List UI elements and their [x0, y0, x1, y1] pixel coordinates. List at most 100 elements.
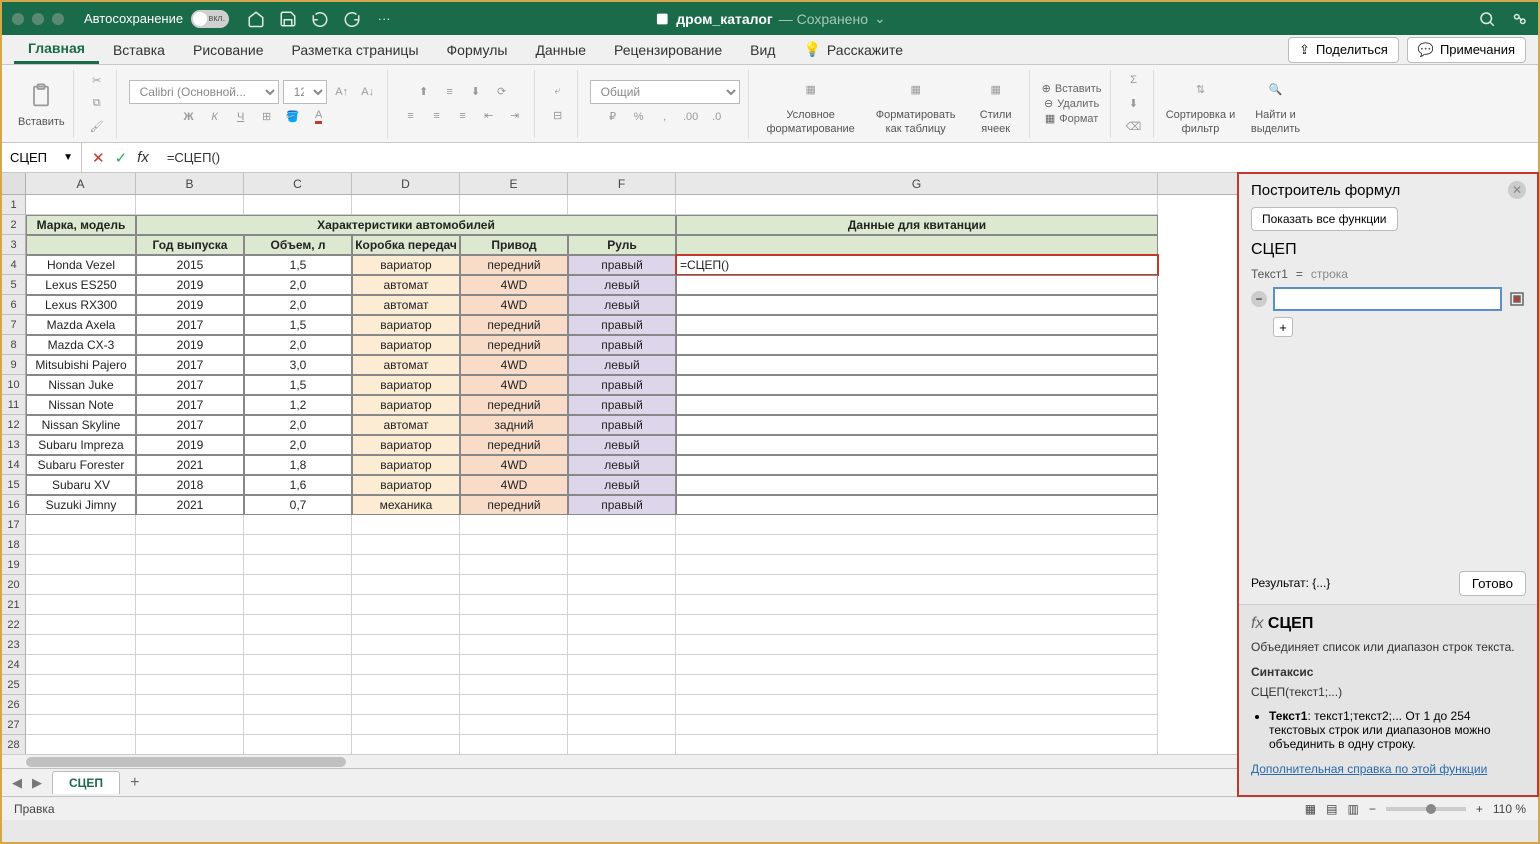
col-header[interactable]: F: [568, 173, 676, 194]
cell[interactable]: [352, 595, 460, 615]
cell[interactable]: [352, 655, 460, 675]
cell-gearbox[interactable]: вариатор: [352, 315, 460, 335]
show-all-functions-button[interactable]: Показать все функции: [1251, 207, 1398, 231]
currency-icon[interactable]: ₽: [602, 106, 624, 128]
row-header[interactable]: 10: [2, 375, 26, 395]
borders-icon[interactable]: ⊞: [256, 106, 278, 128]
cell-model[interactable]: Lexus ES250: [26, 275, 136, 295]
active-cell[interactable]: =СЦЕП(): [676, 255, 1158, 275]
cell-model[interactable]: Nissan Skyline: [26, 415, 136, 435]
cell-drive[interactable]: 4WD: [460, 295, 568, 315]
sort-icon[interactable]: ⇅: [1183, 71, 1219, 107]
cell-drive[interactable]: передний: [460, 435, 568, 455]
cell-volume[interactable]: 2,0: [244, 275, 352, 295]
cell[interactable]: [136, 655, 244, 675]
cell[interactable]: [244, 735, 352, 754]
cell-receipt[interactable]: [676, 455, 1158, 475]
cell-gearbox[interactable]: вариатор: [352, 475, 460, 495]
cell[interactable]: [352, 635, 460, 655]
cell-model[interactable]: Lexus RX300: [26, 295, 136, 315]
cell[interactable]: [244, 555, 352, 575]
format-table-icon[interactable]: ▦: [898, 71, 934, 107]
cell[interactable]: [244, 715, 352, 735]
cell[interactable]: [26, 535, 136, 555]
page-layout-icon[interactable]: ▤: [1326, 802, 1337, 816]
col-header[interactable]: G: [676, 173, 1158, 194]
cell-wheel[interactable]: левый: [568, 295, 676, 315]
decrease-decimal-icon[interactable]: .0: [706, 106, 728, 128]
cell-receipt[interactable]: [676, 275, 1158, 295]
row-header[interactable]: 25: [2, 675, 26, 695]
header-model-span[interactable]: [26, 235, 136, 255]
cell[interactable]: [136, 615, 244, 635]
increase-font-icon[interactable]: A↑: [331, 81, 353, 103]
zoom-slider[interactable]: [1386, 807, 1466, 811]
cell[interactable]: [244, 595, 352, 615]
cell[interactable]: [352, 695, 460, 715]
cell[interactable]: [26, 515, 136, 535]
cell-model[interactable]: Nissan Note: [26, 395, 136, 415]
tab-home[interactable]: Главная: [14, 35, 99, 64]
row-header[interactable]: 16: [2, 495, 26, 515]
cell[interactable]: [460, 515, 568, 535]
cell[interactable]: [460, 615, 568, 635]
align-left-icon[interactable]: ≡: [400, 105, 422, 127]
decrease-font-icon[interactable]: A↓: [357, 81, 379, 103]
select-all-corner[interactable]: [2, 173, 26, 194]
cell-receipt[interactable]: [676, 335, 1158, 355]
cell[interactable]: [460, 655, 568, 675]
minimize-dot[interactable]: [32, 13, 44, 25]
zoom-in-icon[interactable]: +: [1476, 802, 1483, 816]
cell[interactable]: [26, 575, 136, 595]
tab-data[interactable]: Данные: [521, 37, 600, 63]
redo-icon[interactable]: [343, 10, 361, 28]
number-format-select[interactable]: Общий: [590, 80, 740, 104]
row-header[interactable]: 12: [2, 415, 26, 435]
scroll-thumb[interactable]: [26, 757, 346, 767]
row-header[interactable]: 9: [2, 355, 26, 375]
arg-input[interactable]: [1273, 287, 1502, 311]
chevron-down-icon[interactable]: ⌄: [874, 10, 886, 27]
name-box[interactable]: СЦЕП▼: [2, 143, 82, 172]
cell-gearbox[interactable]: вариатор: [352, 395, 460, 415]
cell[interactable]: [26, 695, 136, 715]
cell[interactable]: [244, 535, 352, 555]
cell-receipt[interactable]: [676, 435, 1158, 455]
comma-icon[interactable]: ,: [654, 106, 676, 128]
cell-volume[interactable]: 2,0: [244, 435, 352, 455]
cell-year[interactable]: 2018: [136, 475, 244, 495]
cell[interactable]: [352, 715, 460, 735]
cell[interactable]: [26, 555, 136, 575]
cell[interactable]: [460, 715, 568, 735]
cell-volume[interactable]: 1,2: [244, 395, 352, 415]
cell-model[interactable]: Mazda Axela: [26, 315, 136, 335]
row-header[interactable]: 24: [2, 655, 26, 675]
percent-icon[interactable]: %: [628, 106, 650, 128]
close-icon[interactable]: ✕: [1508, 181, 1526, 199]
autosave-toggle[interactable]: вкл.: [191, 10, 229, 28]
header-characteristics[interactable]: Характеристики автомобилей: [136, 215, 676, 235]
cell-year[interactable]: 2021: [136, 495, 244, 515]
cell[interactable]: [676, 735, 1158, 754]
cell-year[interactable]: 2019: [136, 295, 244, 315]
cell-drive[interactable]: 4WD: [460, 375, 568, 395]
cell-receipt[interactable]: [676, 375, 1158, 395]
find-icon[interactable]: 🔍: [1258, 71, 1294, 107]
cell[interactable]: [568, 735, 676, 754]
row-header[interactable]: 28: [2, 735, 26, 754]
cell[interactable]: [460, 675, 568, 695]
cell[interactable]: [460, 695, 568, 715]
conditional-format-icon[interactable]: ▦: [793, 71, 829, 107]
cell[interactable]: [26, 675, 136, 695]
row-header[interactable]: 5: [2, 275, 26, 295]
cell[interactable]: [676, 515, 1158, 535]
comments-button[interactable]: 💬Примечания: [1407, 37, 1526, 63]
row-header[interactable]: 14: [2, 455, 26, 475]
cell[interactable]: [460, 735, 568, 754]
cell-wheel[interactable]: левый: [568, 435, 676, 455]
cell-drive[interactable]: 4WD: [460, 275, 568, 295]
cell[interactable]: [676, 555, 1158, 575]
cell[interactable]: [136, 555, 244, 575]
increase-decimal-icon[interactable]: .00: [680, 106, 702, 128]
normal-view-icon[interactable]: ▦: [1305, 802, 1316, 816]
